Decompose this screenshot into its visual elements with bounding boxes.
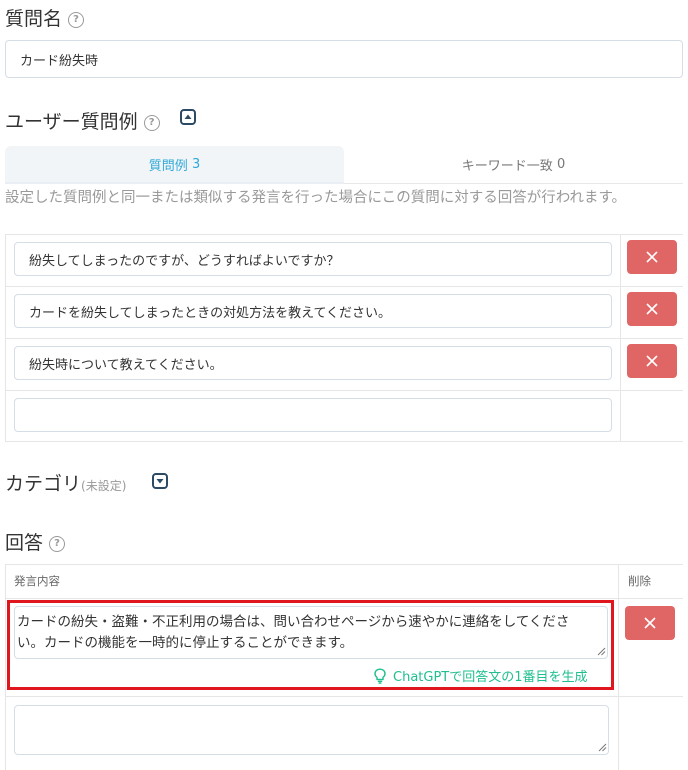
user-questions-heading: ユーザー質問例? bbox=[5, 107, 160, 134]
category-heading: カテゴリ(未設定) bbox=[5, 469, 126, 496]
delete-button[interactable] bbox=[627, 240, 677, 274]
x-icon bbox=[646, 303, 658, 315]
example-input[interactable]: 紛失してしまったのですが、どうすればよいですか？ bbox=[14, 242, 612, 276]
delete-button[interactable] bbox=[625, 606, 675, 640]
example-text: 紛失してしまったのですが、どうすればよいですか？ bbox=[29, 253, 340, 269]
question-name-heading: 質問名? bbox=[5, 4, 85, 31]
user-questions-label: ユーザー質問例 bbox=[5, 111, 138, 133]
answer-heading: 回答? bbox=[5, 528, 66, 555]
question-name-value: カード紛失時 bbox=[20, 53, 99, 69]
tab-keyword-match[interactable]: キーワード一致 0 bbox=[344, 146, 683, 184]
answer-label: 回答 bbox=[5, 532, 44, 554]
generate-answer-link[interactable]: ChatGPTで回答文の1番目を生成 bbox=[373, 666, 588, 685]
new-answer-textarea[interactable] bbox=[14, 705, 609, 755]
x-icon bbox=[644, 617, 656, 629]
new-example-input[interactable] bbox=[14, 398, 612, 432]
question-name-input[interactable]: カード紛失時 bbox=[5, 40, 683, 78]
generate-link-text: ChatGPTで回答文の1番目を生成 bbox=[393, 670, 588, 685]
resize-handle-icon[interactable] bbox=[598, 743, 607, 752]
delete-button[interactable] bbox=[627, 344, 677, 378]
delete-button[interactable] bbox=[627, 292, 677, 326]
category-note: (未設定) bbox=[81, 479, 127, 493]
x-icon bbox=[646, 355, 658, 367]
example-input[interactable]: 紛失時について教えてください。 bbox=[14, 346, 612, 380]
x-icon bbox=[646, 251, 658, 263]
column-header-content: 発言内容 bbox=[14, 574, 60, 588]
tab-question-examples[interactable]: 質問例 3 bbox=[5, 146, 344, 184]
lightbulb-icon bbox=[374, 667, 386, 684]
answer-textarea[interactable]: カードの紛失・盗難・不正利用の場合は、問い合わせページから速やかに連絡をしてくだ… bbox=[14, 606, 608, 659]
example-input[interactable]: カードを紛失してしまったときの対処方法を教えてください。 bbox=[14, 294, 612, 328]
example-text: 紛失時について教えてください。 bbox=[29, 357, 223, 373]
help-icon[interactable]: ? bbox=[143, 114, 160, 131]
column-header-delete: 削除 bbox=[628, 574, 651, 588]
category-label: カテゴリ bbox=[5, 473, 82, 495]
tab-count: 3 bbox=[191, 156, 201, 172]
tab-count: 0 bbox=[556, 157, 566, 172]
help-icon[interactable]: ? bbox=[68, 11, 85, 28]
collapse-toggle-icon[interactable] bbox=[180, 109, 196, 125]
example-text: カードを紛失してしまったときの対処方法を教えてください。 bbox=[29, 305, 392, 321]
question-name-label: 質問名 bbox=[5, 8, 63, 30]
help-icon[interactable]: ? bbox=[49, 535, 66, 552]
expand-toggle-icon[interactable] bbox=[152, 473, 168, 489]
tab-label: キーワード一致 bbox=[461, 159, 553, 174]
tab-label: 質問例 bbox=[148, 158, 188, 174]
user-questions-description: 設定した質問例と同一または類似する発言を行った場合にこの質問に対する回答が行われ… bbox=[5, 190, 627, 206]
answer-text: カードの紛失・盗難・不正利用の場合は、問い合わせページから速やかに連絡をしてくだ… bbox=[17, 614, 570, 651]
resize-handle-icon[interactable] bbox=[597, 647, 606, 656]
